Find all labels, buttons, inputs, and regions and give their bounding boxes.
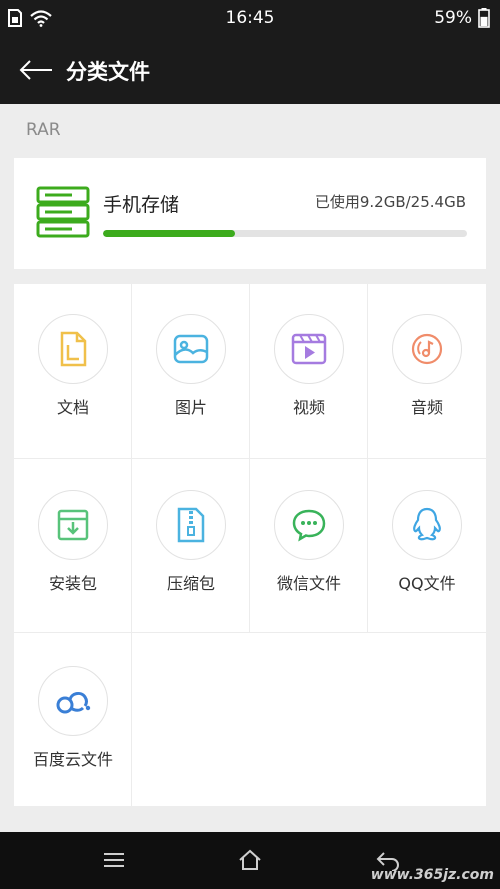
storage-server-icon xyxy=(36,186,90,238)
music-icon xyxy=(411,333,443,365)
qq-icon xyxy=(413,507,441,541)
category-label: 音频 xyxy=(410,398,443,417)
battery-icon xyxy=(478,8,490,28)
system-nav-bar: www.365jz.com xyxy=(0,832,500,889)
category-packages[interactable]: 安装包 xyxy=(14,460,132,636)
storage-usage-text: 已使用9.2GB/25.4GB xyxy=(314,193,466,211)
category-baidu-cloud-files[interactable]: 百度云文件 xyxy=(14,636,132,812)
section-label: RAR xyxy=(26,120,61,140)
watermark: www.365jz.com xyxy=(370,867,494,883)
status-bar: 16:45 59% xyxy=(0,0,500,36)
category-grid: 文档 图片 视频 音频 安装包 压缩包 微信文件 QQ文件 百度云文件 xyxy=(14,284,486,806)
category-label: QQ文件 xyxy=(398,574,456,593)
clock: 16:45 xyxy=(225,8,275,28)
title-bar: 分类文件 xyxy=(0,36,500,104)
zip-icon xyxy=(177,507,205,543)
document-icon xyxy=(60,331,87,367)
image-icon xyxy=(173,334,209,364)
category-label: 安装包 xyxy=(48,574,97,593)
video-icon xyxy=(291,333,327,365)
package-icon xyxy=(57,509,89,541)
page-title: 分类文件 xyxy=(66,60,150,84)
battery-percent: 59% xyxy=(434,8,472,28)
category-wechat-files[interactable]: 微信文件 xyxy=(250,460,368,636)
category-qq-files[interactable]: QQ文件 xyxy=(368,460,486,636)
category-images[interactable]: 图片 xyxy=(132,284,250,460)
category-label: 百度云文件 xyxy=(32,750,113,769)
category-videos[interactable]: 视频 xyxy=(250,284,368,460)
wechat-icon xyxy=(292,509,326,542)
storage-name: 手机存储 xyxy=(103,194,180,216)
category-documents[interactable]: 文档 xyxy=(14,284,132,460)
category-label: 图片 xyxy=(174,398,207,417)
storage-progress-bar xyxy=(103,230,467,237)
category-archives[interactable]: 压缩包 xyxy=(132,460,250,636)
category-audio[interactable]: 音频 xyxy=(368,284,486,460)
home-icon[interactable] xyxy=(237,849,263,871)
baidu-cloud-icon xyxy=(56,691,91,714)
category-label: 视频 xyxy=(292,398,325,417)
menu-icon[interactable] xyxy=(101,849,127,871)
category-label: 文档 xyxy=(56,398,89,417)
back-arrow-icon[interactable] xyxy=(18,56,54,84)
category-label: 压缩包 xyxy=(166,574,215,593)
storage-progress-fill xyxy=(103,230,235,237)
category-label: 微信文件 xyxy=(276,574,341,593)
phone-storage-card[interactable]: 手机存储 已使用9.2GB/25.4GB xyxy=(14,158,486,269)
